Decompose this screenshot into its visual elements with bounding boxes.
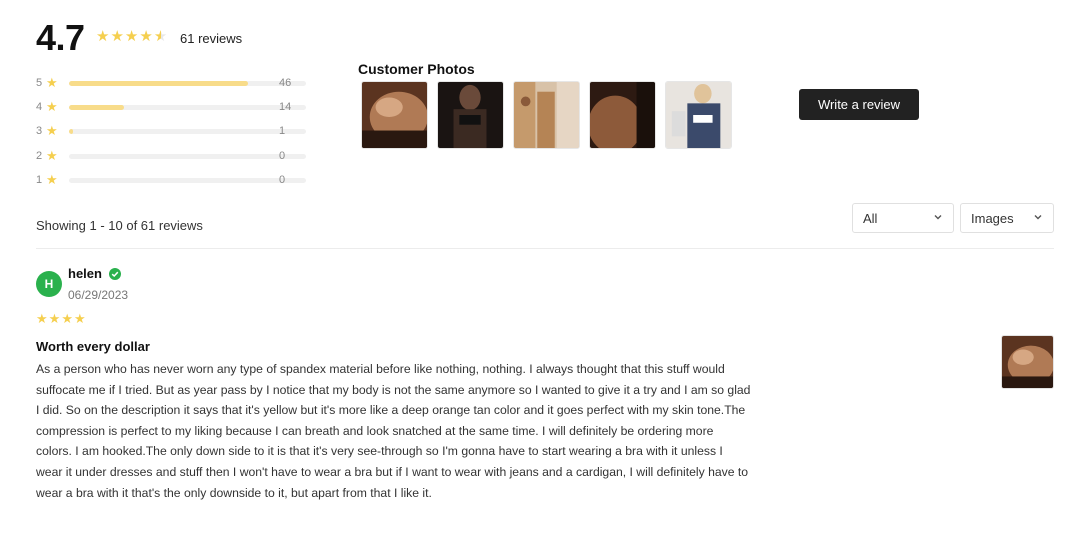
rating-count: 0 (279, 174, 286, 186)
customer-photo-3[interactable] (513, 81, 580, 149)
write-review-button[interactable]: Write a review (799, 89, 919, 120)
average-rating: 4.7 (36, 17, 85, 58)
customer-photo-5[interactable] (665, 81, 732, 149)
rating-level-label: 4 (36, 101, 43, 113)
divider (36, 248, 1054, 249)
star-icon: ★ (110, 28, 124, 45)
rating-bar-fill (69, 81, 248, 86)
rating-bar-track (69, 154, 306, 159)
avatar: H (36, 271, 62, 297)
average-rating-stars: ★ ★ ★ ★ ★ (96, 29, 167, 44)
review-photo-thumbnail[interactable] (1001, 335, 1054, 389)
media-filter-select[interactable]: Images (960, 203, 1054, 233)
star-icon: ★ (96, 28, 110, 45)
customer-photo-1[interactable] (361, 81, 428, 149)
half-star-icon: ★ (153, 28, 168, 45)
customer-photo-4[interactable] (589, 81, 656, 149)
rating-count: 1 (279, 125, 286, 137)
rating-level-label: 2 (36, 150, 43, 162)
customer-photos-title: Customer Photos (358, 61, 475, 77)
rating-filter-value: All (863, 211, 878, 226)
star-icon: ★ (46, 99, 58, 114)
rating-bar-fill (69, 105, 124, 110)
star-icon: ★ (46, 75, 58, 90)
review-body: As a person who has never worn any type … (36, 362, 751, 500)
rating-distribution-row-5[interactable]: 5 ★ 46 (36, 75, 306, 91)
rating-distribution-row-1[interactable]: 1 ★ 0 (36, 172, 306, 188)
rating-bar-track (69, 105, 306, 110)
customer-photo-2[interactable] (437, 81, 504, 149)
star-icon: ★ (124, 28, 139, 45)
star-icon: ★ (46, 172, 58, 187)
review-rating-stars: ★ ★ ★ ★ (36, 312, 86, 325)
star-icon: ★ (46, 148, 58, 163)
rating-distribution-row-2[interactable]: 2 ★ 0 (36, 148, 306, 164)
rating-bar-track (69, 81, 306, 86)
star-icon: ★ (48, 311, 61, 326)
star-icon: ★ (61, 311, 73, 326)
verified-check-icon (109, 268, 121, 280)
star-icon: ★ (46, 123, 58, 138)
rating-count: 0 (279, 150, 286, 162)
star-icon: ★ (73, 311, 86, 326)
reviewer-name: helen (68, 266, 102, 281)
rating-bar-track (69, 178, 306, 183)
rating-bar-track (69, 129, 306, 134)
rating-count: 14 (279, 101, 292, 113)
star-icon: ★ (36, 311, 48, 326)
rating-level-label: 5 (36, 77, 43, 89)
rating-level-label: 3 (36, 125, 43, 137)
chevron-down-icon (1034, 215, 1042, 220)
review-count: 61 reviews (180, 31, 243, 46)
rating-filter-select[interactable]: All (852, 203, 954, 233)
review-title: Worth every dollar (36, 339, 150, 354)
showing-range-label: Showing 1 - 10 of 61 reviews (36, 218, 203, 233)
media-filter-value: Images (971, 211, 1014, 226)
star-icon: ★ (139, 28, 153, 45)
rating-bar-fill (69, 129, 73, 134)
review-date: 06/29/2023 (68, 288, 129, 302)
rating-level-label: 1 (36, 174, 43, 186)
chevron-down-icon (934, 215, 942, 220)
rating-distribution-row-3[interactable]: 3 ★ 1 (36, 123, 306, 139)
rating-distribution-row-4[interactable]: 4 ★ 14 (36, 99, 306, 115)
rating-count: 46 (279, 77, 292, 89)
